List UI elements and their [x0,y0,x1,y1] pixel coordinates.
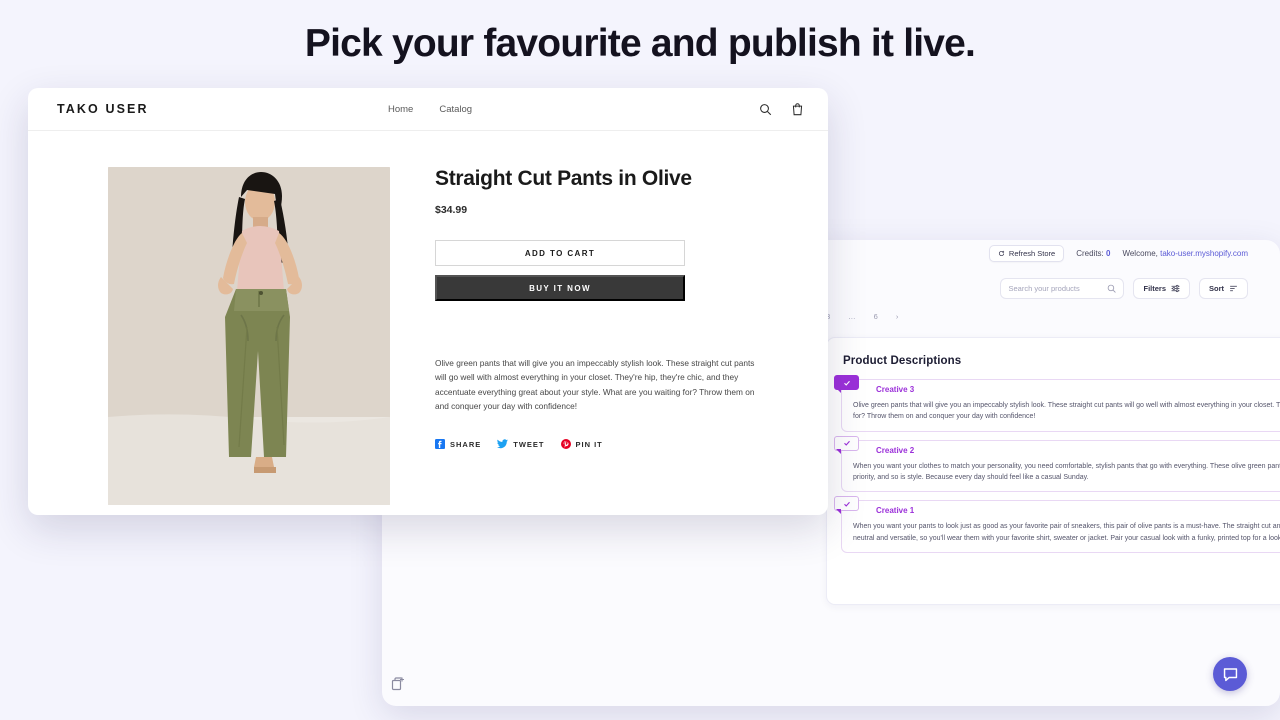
share-row: SHARE TWEET PIN IT [435,439,765,450]
refresh-icon [998,250,1004,257]
share-pinterest-button[interactable]: PIN IT [560,439,603,450]
chat-icon [1223,667,1237,681]
creative-3-checkbox[interactable] [834,375,859,393]
creative-item-3[interactable]: Creative 3 Characters: 301 × Olive green… [834,375,1280,432]
chat-bubble-icon[interactable] [1213,657,1247,691]
creative-1-name: Creative 1 [876,506,915,516]
page-headline: Pick your favourite and publish it live. [304,22,976,65]
credits-display: Credits: 0 [1076,249,1110,258]
credits-label: Credits: [1076,249,1104,258]
storefront-header: TAKO USER Home Catalog [28,88,828,131]
check-icon [843,380,850,386]
add-to-cart-button[interactable]: ADD TO CART [435,240,685,267]
creatives-list: Creative 3 Characters: 301 × Olive green… [827,375,1280,571]
panel-header: Product Descriptions Publish to Storefro… [827,338,1280,379]
storefront-product-view: Straight Cut Pants in Olive $34.99 ADD T… [28,131,828,505]
creative-2-text: When you want your clothes to match your… [853,462,1280,481]
product-description: Olive green pants that will give you an … [435,358,755,411]
page-next[interactable]: › [896,312,899,321]
creative-2-name: Creative 2 [876,445,915,455]
creative-2-header: Creative 2 Characters: 323 × [842,441,1280,459]
creative-1-header: Creative 1 Characters: 417 × [842,501,1280,519]
olive-pants-model-photo [108,167,390,505]
add-note-icon[interactable] [390,676,406,692]
nav-item-home[interactable]: Home [388,104,413,115]
refresh-store-label: Refresh Store [1008,249,1056,258]
sort-icon [1230,285,1237,292]
share-twitter-button[interactable]: TWEET [497,439,544,449]
check-icon [843,501,850,507]
storefront-header-icons [759,102,804,116]
creative-1-checkbox[interactable] [834,496,859,515]
search-icon [1108,284,1117,293]
creative-item-1[interactable]: Creative 1 Characters: 417 × When you wa… [834,496,1280,553]
creative-2-checkbox[interactable] [834,435,859,454]
pagination[interactable]: 3 … 6 › [826,312,898,321]
twitter-icon [497,439,509,449]
panel-title: Product Descriptions [843,354,962,367]
storefront-nav: Home Catalog [388,104,472,115]
sort-label: Sort [1209,284,1224,293]
share-facebook-button[interactable]: SHARE [435,439,482,450]
creative-3-name: Creative 3 [876,385,915,394]
creative-item-2[interactable]: Creative 2 Characters: 323 × When you wa… [834,435,1280,493]
page-6[interactable]: 6 [874,312,878,321]
filters-button[interactable]: Filters [1133,278,1190,299]
facebook-icon [435,439,445,450]
creative-3-text: Olive green pants that will give you an … [853,402,1280,421]
pinterest-icon [560,439,571,450]
storefront-preview-card: TAKO USER Home Catalog Straight Cut Pant… [28,88,828,515]
credits-value: 0 [1106,249,1111,258]
refresh-store-button[interactable]: Refresh Store [988,245,1065,262]
check-icon [843,441,850,446]
product-info: Straight Cut Pants in Olive $34.99 ADD T… [435,167,765,505]
screenshot-root: Pick your favourite and publish it live.… [0,0,1280,720]
share-facebook-label: SHARE [450,439,482,449]
welcome-label: Welcome, [1122,249,1158,258]
creative-1-text: When you want your pants to look just as… [853,523,1280,542]
cart-icon[interactable] [791,102,804,116]
product-photo[interactable] [108,167,390,505]
search-placeholder-text: Search your products [1008,284,1080,293]
product-descriptions-panel: Product Descriptions Publish to Storefro… [826,337,1280,605]
share-pinterest-label: PIN IT [575,439,603,449]
search-icon[interactable] [759,103,772,116]
welcome-message: Welcome, tako-user.myshopify.com [1122,249,1248,258]
store-logo[interactable]: TAKO USER [57,102,149,116]
app-toolbar: Search your products Filters Sort [1000,278,1248,299]
creative-3-header: Creative 3 Characters: 301 × [842,380,1280,398]
store-domain-link[interactable]: tako-user.myshopify.com [1160,249,1248,258]
sort-button[interactable]: Sort [1199,278,1248,299]
page-ellipsis: … [848,312,856,321]
share-twitter-label: TWEET [513,439,545,449]
filters-label: Filters [1143,284,1166,293]
filter-icon [1171,284,1180,293]
nav-item-catalog[interactable]: Catalog [439,104,472,115]
buy-it-now-button[interactable]: BUY IT NOW [435,275,685,302]
product-price: $34.99 [435,204,468,217]
search-products-input[interactable]: Search your products [1000,278,1125,299]
product-title: Straight Cut Pants in Olive [435,167,692,190]
